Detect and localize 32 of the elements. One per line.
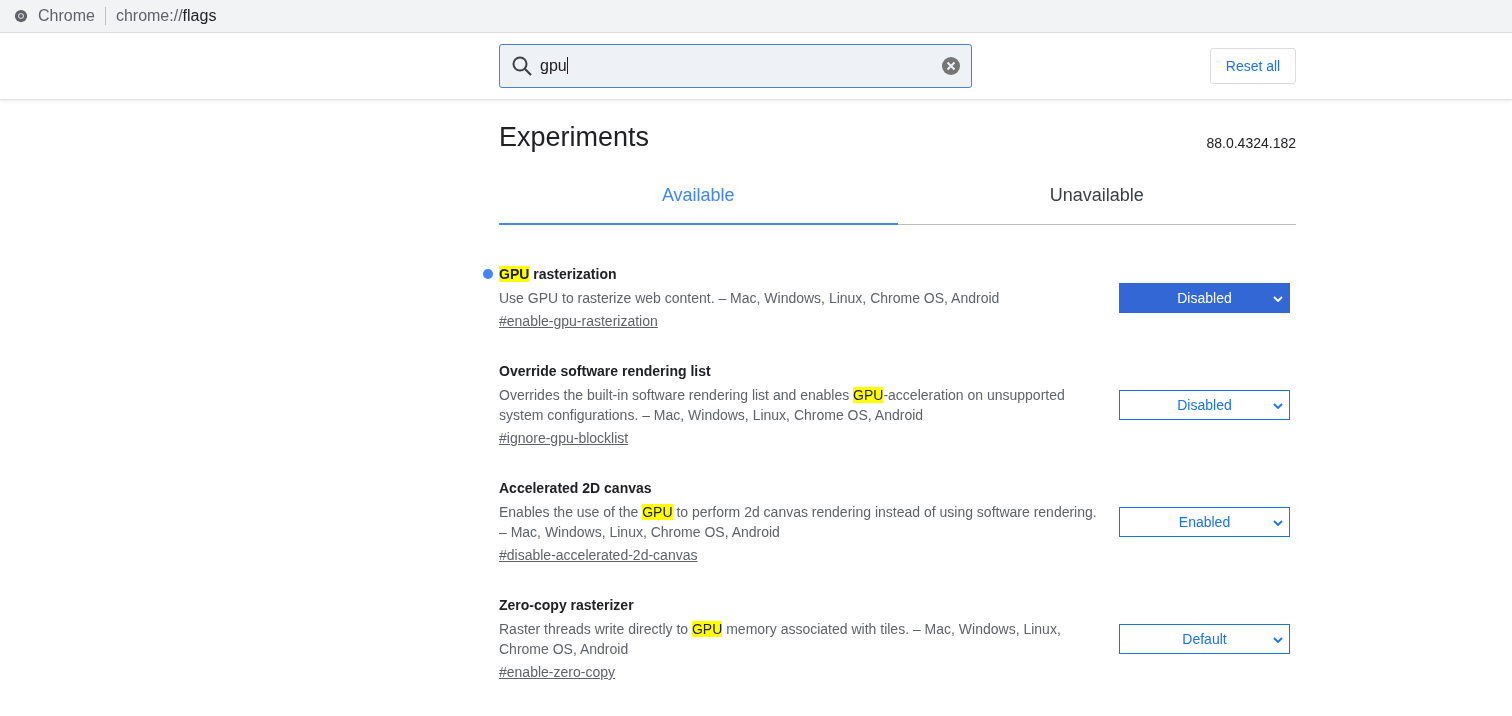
flag-dropdown[interactable]: Disabled [1119, 282, 1290, 313]
caret-icon [1273, 295, 1283, 302]
flag-title: GPU rasterization [499, 266, 617, 282]
flag-dropdown[interactable]: Default [1119, 623, 1290, 654]
address-bar[interactable]: Chrome chrome://flags [0, 0, 1512, 33]
caret-icon [1273, 636, 1283, 643]
flag-dropdown[interactable]: Disabled [1119, 389, 1290, 420]
flag-title: Zero-copy rasterizer [499, 597, 634, 613]
browser-logo-icon [14, 9, 28, 23]
tab[interactable]: Unavailable [897, 179, 1296, 225]
flag-link[interactable]: #enable-gpu-rasterization [499, 313, 658, 329]
flag-description: Raster threads write directly to GPU memory associated with tiles. – Mac, Windows, Linux, Chrome OS, Android [499, 620, 1062, 659]
url-text: chrome://flags [115, 7, 217, 25]
site-label: Chrome [38, 7, 95, 25]
flag-description: Use GPU to rasterize web content. – Mac, Windows, Linux, Chrome OS, Android [499, 289, 1001, 308]
search-field[interactable]: gpu [499, 44, 972, 88]
flag-link[interactable]: #enable-zero-copy [499, 664, 615, 680]
caret-icon [1273, 402, 1283, 409]
flag-dropdown[interactable]: Enabled [1119, 506, 1290, 537]
flag-title: Accelerated 2D canvas [499, 480, 652, 496]
search-icon [510, 54, 534, 78]
caret-icon [1273, 519, 1283, 526]
flag-description: Overrides the built-in software rendering list and enables GPU-acceleration on unsupported system configurations. – Mac, Windows, Linux, Chrome OS, Android [499, 386, 1066, 425]
page-title: Experiments [499, 122, 650, 153]
version-number: 88.0.4324.182 [1206, 135, 1296, 151]
flag-link[interactable]: #ignore-gpu-blocklist [499, 430, 629, 446]
flag-link[interactable]: #disable-accelerated-2d-canvas [499, 547, 698, 563]
clear-icon[interactable] [941, 56, 961, 76]
flag-title: Override software rendering list [499, 363, 711, 379]
tab[interactable]: Available [499, 179, 898, 225]
reset-all-button[interactable]: Reset all [1210, 48, 1296, 84]
flag-description: Enables the use of the GPU to perform 2d canvas rendering instead of using software rendering. – Mac, Windows, Linux, Chrome OS, Android [499, 503, 1098, 542]
